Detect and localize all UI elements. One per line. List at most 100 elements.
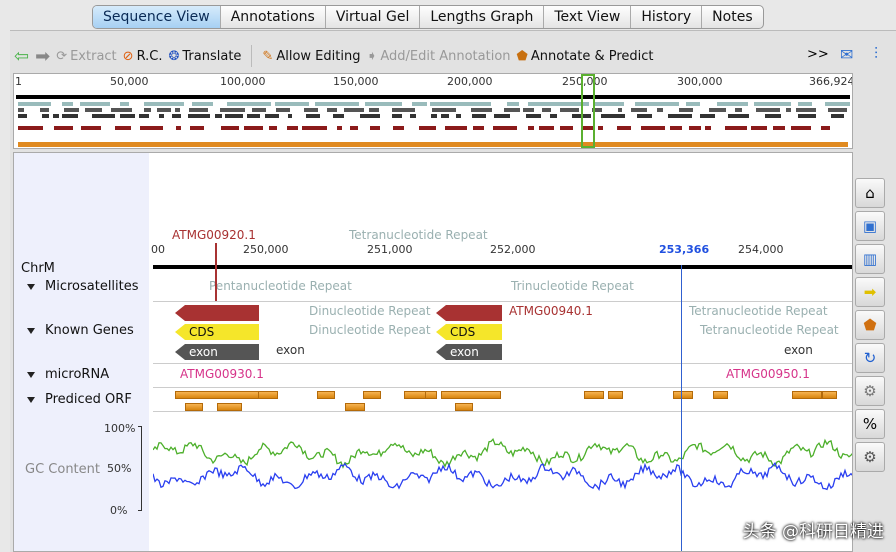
overview-feature <box>80 126 102 130</box>
overview-feature <box>158 114 165 118</box>
gear-icon[interactable]: ⚙ <box>855 376 885 406</box>
track-microsatellites[interactable]: Microsatellites <box>27 279 139 294</box>
orf-feature[interactable] <box>608 391 623 399</box>
orf-feature[interactable] <box>345 403 365 411</box>
orf-feature[interactable] <box>175 391 260 399</box>
overview-feature <box>507 102 519 106</box>
reverse-complement-button[interactable]: ⊘ R.C. <box>123 49 163 64</box>
track-predicted-orf[interactable]: Prediced ORF <box>27 392 132 407</box>
overview-tick: 150,000 <box>333 75 379 88</box>
overview-feature <box>637 114 652 118</box>
extract-button[interactable]: ⟳ Extract <box>56 49 116 64</box>
cds-feature[interactable]: CDS <box>436 324 502 340</box>
expand-triangle-icon[interactable] <box>27 283 35 290</box>
orf-feature[interactable] <box>217 403 242 411</box>
expand-triangle-icon[interactable] <box>27 371 35 378</box>
overview-feature <box>641 126 666 130</box>
percent-icon[interactable]: % <box>855 409 885 439</box>
refresh-icon[interactable]: ↻ <box>855 343 885 373</box>
split-view-icon[interactable]: ⫶ <box>874 44 878 64</box>
orf-feature[interactable] <box>441 391 501 399</box>
exon-label[interactable]: exon <box>276 343 305 357</box>
orf-feature[interactable] <box>673 391 693 399</box>
settings-menu-icon[interactable]: ⚙ <box>855 442 885 472</box>
extract-label: Extract <box>70 48 117 64</box>
orf-feature[interactable] <box>822 391 837 399</box>
tab-annotations[interactable]: Annotations <box>221 6 326 28</box>
overview-feature <box>276 108 290 112</box>
orf-feature[interactable] <box>713 391 728 399</box>
tab-history[interactable]: History <box>631 6 703 28</box>
repeat-label[interactable]: Tetranucleotide Repeat <box>700 323 839 337</box>
pencil-icon: ✎ <box>262 48 274 64</box>
orf-feature[interactable] <box>425 391 437 399</box>
repeat-label[interactable]: Tetranucleotide Repeat <box>689 304 828 318</box>
overview-feature <box>456 114 461 118</box>
toolbar: ⇦ ➡ ⟳ Extract ⊘ R.C. ❂ Translate ✎ Allow Edi… <box>14 42 654 70</box>
repeat-label[interactable]: Dinucleotide Repeat <box>309 304 431 318</box>
annotate-predict-button[interactable]: ⬟ Annotate & Predict <box>517 49 654 64</box>
overview-feature <box>18 102 52 106</box>
expand-triangle-icon[interactable] <box>27 396 35 403</box>
view-tabs: Sequence View Annotations Virtual Gel Le… <box>92 5 764 29</box>
orf-feature[interactable] <box>584 391 604 399</box>
repeat-label[interactable]: Dinucleotide Repeat <box>309 323 431 337</box>
overview-feature <box>264 114 280 118</box>
exon-label[interactable]: exon <box>784 343 813 357</box>
tab-text-view[interactable]: Text View <box>544 6 632 28</box>
orf-feature[interactable] <box>455 403 473 411</box>
overview-feature <box>796 108 816 112</box>
annotate-predict-icon[interactable]: ⬟ <box>855 310 885 340</box>
cds-feature[interactable]: CDS <box>175 324 259 340</box>
track-microrna[interactable]: microRNA <box>27 367 109 382</box>
back-arrow-icon: ⇦ <box>14 45 30 67</box>
back-button[interactable]: ⇦ <box>14 46 29 67</box>
allow-editing-button[interactable]: ✎ Allow Editing <box>262 49 360 64</box>
extract-icon: ⟳ <box>56 48 68 64</box>
add-edit-annotation-button[interactable]: ➧ Add/Edit Annotation <box>366 49 510 64</box>
orf-feature[interactable] <box>363 391 381 399</box>
overview-feature <box>54 126 73 130</box>
cursor-line[interactable] <box>681 265 682 551</box>
orf-feature[interactable] <box>258 391 278 399</box>
mail-icon[interactable]: ✉ <box>840 45 853 64</box>
overview-viewport-selector[interactable] <box>581 74 595 148</box>
tab-notes[interactable]: Notes <box>702 6 762 28</box>
more-tools-button[interactable]: >> <box>807 47 829 62</box>
tab-lengths-graph[interactable]: Lengths Graph <box>420 6 545 28</box>
microrna-label[interactable]: ATMG00930.1 <box>180 367 264 381</box>
overview-feature <box>708 108 726 112</box>
gene-feature[interactable] <box>436 305 502 321</box>
repeat-label[interactable]: Tetranucleotide Repeat <box>349 228 488 242</box>
gc-content-label: GC Content <box>25 462 100 477</box>
monitor-icon[interactable]: ▣ <box>855 211 885 241</box>
orf-feature[interactable] <box>792 391 822 399</box>
forward-button[interactable]: ➡ <box>35 46 50 67</box>
translate-button[interactable]: ❂ Translate <box>168 49 241 64</box>
exon-feature[interactable]: exon <box>436 344 502 360</box>
overview-feature <box>336 126 342 130</box>
gene-label[interactable]: ATMG00940.1 <box>509 304 593 318</box>
overview-feature <box>419 126 437 130</box>
track-known-genes[interactable]: Known Genes <box>27 323 134 338</box>
orf-feature[interactable] <box>185 403 203 411</box>
expand-triangle-icon[interactable] <box>27 327 35 334</box>
microrna-label[interactable]: ATMG00950.1 <box>726 367 810 381</box>
gene-feature[interactable] <box>175 305 259 321</box>
sequence-overview[interactable]: 1 50,000 100,000 150,000 200,000 250,000… <box>13 73 853 149</box>
bar-chart-icon[interactable]: ▥ <box>855 244 885 274</box>
tab-sequence-view[interactable]: Sequence View <box>93 6 221 28</box>
tab-virtual-gel[interactable]: Virtual Gel <box>326 6 421 28</box>
overview-feature <box>392 108 416 112</box>
overview-feature <box>139 126 164 130</box>
orf-feature[interactable] <box>317 391 335 399</box>
ruler-tick: 00 <box>151 243 165 256</box>
arrow-right-icon[interactable]: ➡ <box>855 277 885 307</box>
overview-feature <box>525 114 542 118</box>
exon-feature[interactable]: exon <box>175 344 259 360</box>
gene-label[interactable]: ATMG00920.1 <box>172 228 256 242</box>
overview-feature <box>301 126 327 130</box>
repeat-label[interactable]: Trinucleotide Repeat <box>511 279 634 293</box>
repeat-label[interactable]: Pentanucleotide Repeat <box>209 279 352 293</box>
home-icon[interactable]: ⌂ <box>855 178 885 208</box>
